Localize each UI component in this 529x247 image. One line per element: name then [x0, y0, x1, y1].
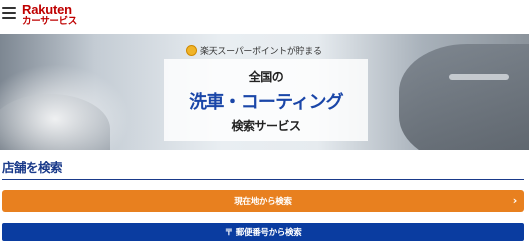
hero-line-1: 全国の: [248, 70, 284, 84]
postal-mark-icon: 〒: [224, 228, 234, 238]
logo-service-text: カーサービス: [22, 16, 78, 27]
site-logo[interactable]: Rakuten カーサービス: [22, 3, 77, 27]
logo-brand-text: Rakuten: [22, 2, 72, 17]
points-badge: 楽天スーパーポイントが貯まる: [186, 43, 322, 57]
spray-mist: [0, 64, 130, 150]
store-search-title: 店舗を検索: [2, 160, 63, 175]
car-silhouette-right: [399, 44, 529, 150]
points-text: 楽天スーパーポイントが貯まる: [200, 46, 322, 57]
postal-button-label: 郵便番号から検索: [235, 228, 302, 238]
coin-icon: [186, 44, 197, 56]
hamburger-menu-icon[interactable]: [2, 7, 16, 20]
section-divider: [2, 179, 524, 180]
hero-line-3: 検索サービス: [231, 119, 301, 133]
hero-card: 全国の 洗車・コーティング 検索サービス: [164, 59, 368, 141]
search-by-postal-code-button[interactable]: 〒 郵便番号から検索: [2, 223, 524, 241]
hero-headline: 洗車・コーティング: [189, 92, 344, 113]
search-by-location-button[interactable]: 現在地から検索 ›: [2, 190, 524, 212]
car-handle: [449, 74, 509, 80]
chevron-right-icon: ›: [512, 194, 518, 207]
location-button-label: 現在地から検索: [234, 197, 292, 207]
top-bar: Rakuten カーサービス: [0, 0, 529, 34]
